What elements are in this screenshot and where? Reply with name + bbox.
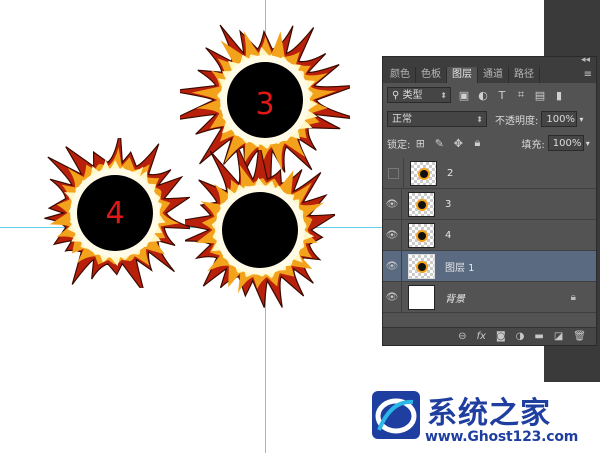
layer-name: 3: [445, 198, 452, 210]
layer-thumbnail: [408, 284, 435, 310]
tab-color[interactable]: 颜色: [385, 67, 416, 83]
logo-title: 系统之家: [427, 396, 551, 431]
collapse-icon[interactable]: ◂◂: [581, 55, 590, 65]
opacity-value: 100%: [546, 114, 575, 125]
sun-layer-1[interactable]: [185, 150, 335, 320]
tab-paths[interactable]: 路径: [509, 67, 540, 83]
separator: [401, 250, 402, 282]
layer-name: 2: [447, 167, 454, 179]
blend-mode-value: 正常: [392, 114, 412, 125]
eye-icon[interactable]: 👁︎: [383, 292, 401, 303]
filter-pixel-icon[interactable]: ▣: [458, 89, 470, 102]
lock-icon: 🔒︎: [570, 291, 576, 303]
layer-list: 2 👁︎ 3 👁︎ 4 👁︎ 图层 1 👁︎ 背景 🔒︎: [383, 157, 596, 313]
fill-value: 100%: [552, 138, 582, 149]
sun-core: [227, 62, 303, 138]
lock-image-icon[interactable]: ✎: [433, 137, 445, 150]
tab-layers[interactable]: 图层: [447, 67, 478, 83]
lock-all-icon[interactable]: 🔒︎: [471, 136, 483, 150]
separator: [401, 281, 402, 313]
watermark-logo: 系统之家 www.Ghost123.com: [365, 382, 600, 453]
filter-toggle-icon[interactable]: ▮: [553, 89, 565, 102]
layer-name: 背景: [445, 293, 465, 305]
filter-smart-object-icon[interactable]: ▤: [534, 89, 546, 102]
eye-icon[interactable]: 👁︎: [383, 261, 401, 272]
trash-icon[interactable]: 🗑︎: [573, 331, 586, 342]
layer-thumbnail: [408, 253, 435, 279]
layers-panel: ◂◂ 颜色 色板 图层 通道 路径 ≡ ⚲ 类型 ⬍ ▣ ◐ T ⌗ ▤ ▮ 正…: [382, 55, 597, 346]
visibility-toggle-off[interactable]: [388, 167, 399, 179]
sun-core: [77, 175, 153, 251]
lock-row: 锁定: ⊞ ✎ ✥ 🔒︎ 填充: 100% ▾: [383, 131, 596, 155]
blend-mode-select[interactable]: 正常 ⬍: [387, 111, 487, 127]
logo-icon: [372, 391, 420, 439]
mask-icon[interactable]: ◙: [496, 331, 506, 342]
filter-type-icon[interactable]: T: [496, 89, 508, 102]
tab-channels[interactable]: 通道: [478, 67, 509, 83]
layer-thumbnail: [410, 160, 437, 186]
panel-footer: ⊖ fx ◙ ◑ ▬ ◪ 🗑︎: [383, 327, 596, 345]
new-layer-icon[interactable]: ◪: [554, 331, 563, 342]
chevron-down-icon: ⬍: [440, 91, 447, 100]
layer-row[interactable]: 2: [383, 157, 596, 189]
layer-name: 图层 1: [445, 262, 475, 274]
separator: [401, 188, 402, 220]
filter-shape-icon[interactable]: ⌗: [515, 88, 527, 102]
sun-layer-4[interactable]: 4: [40, 138, 190, 288]
layer-row[interactable]: 👁︎ 3: [383, 188, 596, 220]
sun-graphic: [44, 138, 190, 288]
eye-icon[interactable]: 👁︎: [383, 199, 401, 210]
panel-tabs: 颜色 色板 图层 通道 路径 ≡: [383, 67, 596, 83]
fx-icon[interactable]: fx: [477, 331, 486, 342]
fill-field[interactable]: 100%: [547, 135, 584, 151]
filter-adjustment-icon[interactable]: ◐: [477, 89, 489, 102]
chevron-down-icon: ⬍: [476, 115, 483, 124]
opacity-label: 不透明度:: [495, 115, 539, 127]
lock-transparent-icon[interactable]: ⊞: [414, 137, 426, 150]
layer-row[interactable]: 👁︎ 4: [383, 219, 596, 251]
filter-kind-select[interactable]: ⚲ 类型 ⬍: [387, 87, 451, 103]
sun-core: [222, 192, 298, 268]
sun-graphic: [185, 150, 335, 308]
filter-row: ⚲ 类型 ⬍ ▣ ◐ T ⌗ ▤ ▮: [383, 83, 596, 107]
adjustment-icon[interactable]: ◑: [516, 331, 525, 342]
link-icon[interactable]: ⊖: [458, 331, 466, 342]
chevron-down-icon[interactable]: ▾: [586, 139, 590, 148]
separator: [401, 219, 402, 251]
tab-swatches[interactable]: 色板: [416, 67, 447, 83]
logo-url: www.Ghost123.com: [425, 429, 579, 445]
layer-thumbnail: [408, 222, 435, 248]
eye-icon[interactable]: 👁︎: [383, 230, 401, 241]
panel-menu-icon[interactable]: ≡: [584, 69, 592, 80]
chevron-down-icon[interactable]: ▾: [579, 115, 583, 124]
layer-row[interactable]: 👁︎ 背景 🔒︎: [383, 281, 596, 313]
search-icon: ⚲: [392, 90, 400, 101]
layer-row-selected[interactable]: 👁︎ 图层 1: [383, 250, 596, 282]
lock-label: 锁定:: [387, 139, 411, 151]
blend-row: 正常 ⬍ 不透明度: 100% ▾: [383, 107, 596, 131]
opacity-field[interactable]: 100%: [541, 111, 578, 127]
fill-label: 填充:: [521, 139, 545, 151]
layer-thumbnail: [408, 191, 435, 217]
folder-icon[interactable]: ▬: [534, 331, 543, 342]
separator: [403, 157, 404, 189]
lock-position-icon[interactable]: ✥: [452, 137, 464, 150]
filter-kind-value: 类型: [402, 90, 423, 101]
panel-title-bar[interactable]: ◂◂: [383, 55, 596, 67]
layer-name: 4: [445, 229, 452, 241]
